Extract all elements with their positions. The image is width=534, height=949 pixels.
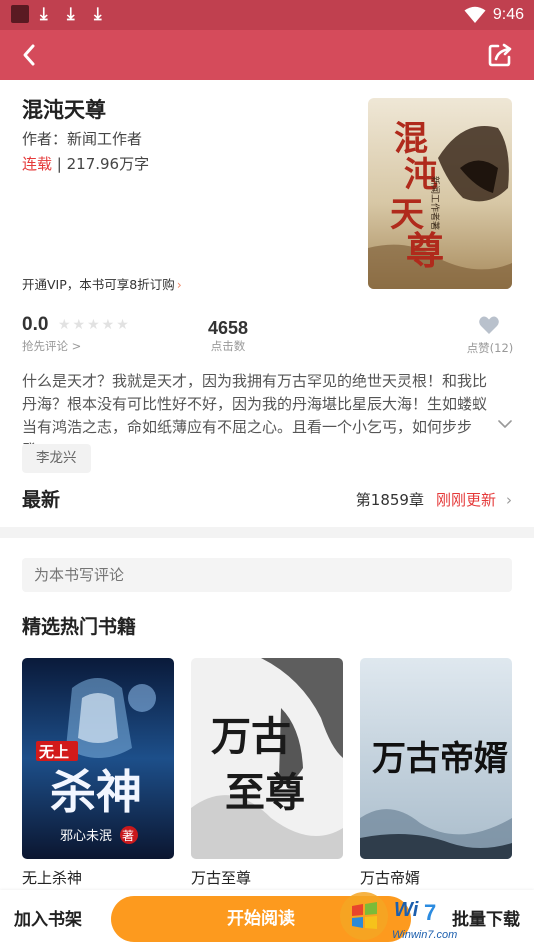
- book-author: 作者：新闻工作者: [22, 130, 143, 148]
- watermark-mark: 7: [424, 900, 436, 925]
- app-bar: [0, 30, 534, 80]
- cover-title-char: 尊: [406, 228, 444, 273]
- book-cover-art: 混 沌 天 尊 新闻工作者著: [368, 98, 512, 289]
- hot-book-cover[interactable]: 万古帝婿: [360, 658, 512, 859]
- hot-book-cover-art: 万古帝婿: [360, 658, 512, 859]
- status-bar: ⤓ ⤓ ⤓ 9:46: [0, 0, 534, 30]
- vip-discount-link[interactable]: 开通VIP，本书可享8折订购 ›: [22, 276, 182, 294]
- hot-books-title: 精选热门书籍: [22, 616, 137, 638]
- latest-label: 最新: [22, 489, 61, 511]
- click-count-label: 点击数: [210, 339, 246, 353]
- watermark-mark: Wi: [394, 899, 419, 921]
- app-notification-icon: [11, 5, 29, 23]
- hot-book-name: 万古至尊: [191, 869, 252, 887]
- add-to-shelf-button[interactable]: 加入书架: [14, 909, 82, 931]
- update-status: 刚刚更新: [435, 491, 496, 509]
- back-arrow-icon: [23, 44, 35, 66]
- cover-badge: 无上: [38, 743, 69, 761]
- chevron-down-icon[interactable]: [496, 417, 514, 431]
- back-button[interactable]: [14, 40, 44, 70]
- hot-book-item[interactable]: 万古 至尊 万古至尊: [191, 658, 343, 888]
- hot-book-item[interactable]: 万古帝婿 万古帝婿: [360, 658, 512, 888]
- book-description[interactable]: 什么是天才？我就是天才，因为我拥有万古罕见的绝世天灵根！和我比丹海？根本没有可比…: [22, 370, 492, 462]
- hot-book-cover[interactable]: 万古 至尊: [191, 658, 343, 859]
- like-count[interactable]: 点赞(12): [458, 340, 522, 356]
- wifi-icon: [464, 6, 486, 23]
- download-icon: ⤓: [94, 4, 102, 24]
- cover-title: 杀神: [50, 765, 142, 819]
- word-count: 217.96万字: [66, 155, 150, 173]
- cover-author: 新闻工作者著: [429, 176, 441, 230]
- cover-title-char: 混: [394, 119, 428, 159]
- serial-status: 连载: [22, 155, 53, 173]
- book-cover[interactable]: 混 沌 天 尊 新闻工作者著: [368, 98, 512, 289]
- download-icon: ⤓: [40, 4, 48, 24]
- latest-chapter: 第1859章: [355, 491, 424, 509]
- clock: 9:46: [492, 6, 524, 23]
- chevron-right-icon: ›: [506, 491, 512, 509]
- hot-book-cover[interactable]: 无上 杀神 邪心未泯 著: [22, 658, 174, 859]
- rating-stars[interactable]: ★★★★★: [58, 317, 131, 333]
- hot-book-cover-art: 万古 至尊: [191, 658, 343, 859]
- share-icon[interactable]: [486, 41, 514, 69]
- cover-title: 万古: [211, 713, 291, 760]
- rating-score: 0.0: [22, 314, 49, 335]
- section-divider: [0, 527, 534, 538]
- click-count: 4658: [207, 318, 249, 338]
- comment-input[interactable]: [22, 558, 512, 592]
- download-icon: ⤓: [67, 4, 75, 24]
- latest-chapter-link[interactable]: 第1859章 刚刚更新 ›: [356, 489, 512, 511]
- status-separator: |: [52, 155, 67, 173]
- cover-author: 邪心未泯: [60, 829, 112, 844]
- heart-icon[interactable]: [478, 314, 500, 336]
- cover-title: 至尊: [225, 769, 305, 816]
- vip-discount-text: 开通VIP，本书可享8折订购: [22, 277, 175, 292]
- hot-book-name: 无上杀神: [22, 869, 83, 887]
- watermark-text: Winwin7.com: [392, 929, 458, 941]
- book-status-line: 连载 | 217.96万字: [22, 154, 149, 174]
- cover-title: 万古帝婿: [372, 739, 508, 779]
- hot-book-cover-art: 无上 杀神 邪心未泯 著: [22, 658, 174, 859]
- book-title: 混沌天尊: [22, 98, 106, 122]
- book-tag[interactable]: 李龙兴: [22, 444, 91, 473]
- cover-author-mark: 著: [122, 829, 134, 843]
- chevron-right-icon: ›: [176, 277, 182, 292]
- rate-first-link[interactable]: 抢先评论 >: [22, 338, 81, 354]
- hot-book-item[interactable]: 无上 杀神 邪心未泯 著 无上杀神: [22, 658, 174, 888]
